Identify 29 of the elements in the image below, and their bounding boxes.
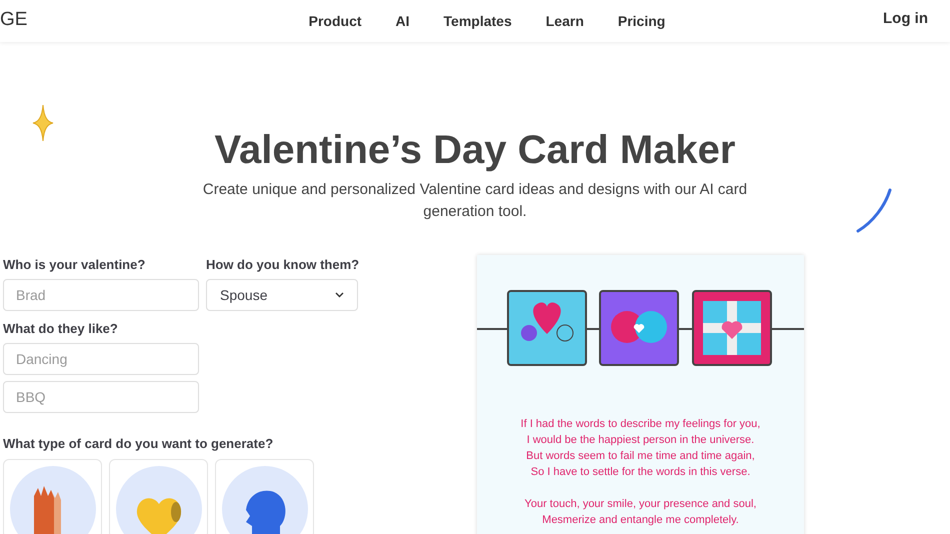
nav-link[interactable]: Pricing bbox=[618, 10, 666, 32]
verse-line: But words seem to fail me time and time again, bbox=[526, 449, 755, 464]
field-label: What type of card do you want to generate? bbox=[3, 435, 274, 453]
valentine-name-input[interactable]: Brad bbox=[3, 279, 199, 311]
nav-link[interactable]: Learn bbox=[546, 10, 584, 32]
verse-line: Your touch, your smile, your presence and soul, bbox=[524, 497, 756, 512]
verse-line: Mesmerize and entangle me completely. bbox=[542, 513, 739, 528]
card-type-option[interactable] bbox=[215, 459, 314, 534]
logo-text[interactable]: GE bbox=[0, 6, 28, 34]
verse-line: If I had the words to describe my feelings for you, bbox=[520, 417, 760, 432]
nav-link[interactable]: Templates bbox=[444, 10, 512, 32]
login-link[interactable]: Log in bbox=[883, 8, 928, 30]
relationship-dropdown[interactable]: Spouse bbox=[206, 279, 358, 311]
likes-input[interactable]: Dancing bbox=[3, 343, 199, 375]
field-label: Who is your valentine? bbox=[3, 256, 146, 274]
likes-input[interactable]: BBQ bbox=[3, 381, 199, 413]
sparkle-icon bbox=[32, 104, 54, 142]
nav-link[interactable]: Product bbox=[308, 10, 362, 32]
chevron-down-icon bbox=[335, 292, 344, 298]
page-title: Valentine’s Day Card Maker bbox=[214, 127, 736, 174]
verse-line: So I have to settle for the words in this verse. bbox=[530, 465, 750, 480]
verse-line: I would be the happiest person in the universe. bbox=[526, 433, 754, 448]
field-label: How do you know them? bbox=[206, 256, 358, 274]
page-subtitle: Create unique and personalized Valentine card ideas and designs with our AI card generation tool. bbox=[202, 180, 748, 222]
field-label: What do they like? bbox=[3, 320, 119, 338]
card-type-option[interactable] bbox=[3, 459, 102, 534]
card-type-option[interactable] bbox=[109, 459, 208, 534]
nav-link[interactable]: AI bbox=[396, 10, 410, 32]
brush-stroke-icon bbox=[855, 188, 893, 233]
